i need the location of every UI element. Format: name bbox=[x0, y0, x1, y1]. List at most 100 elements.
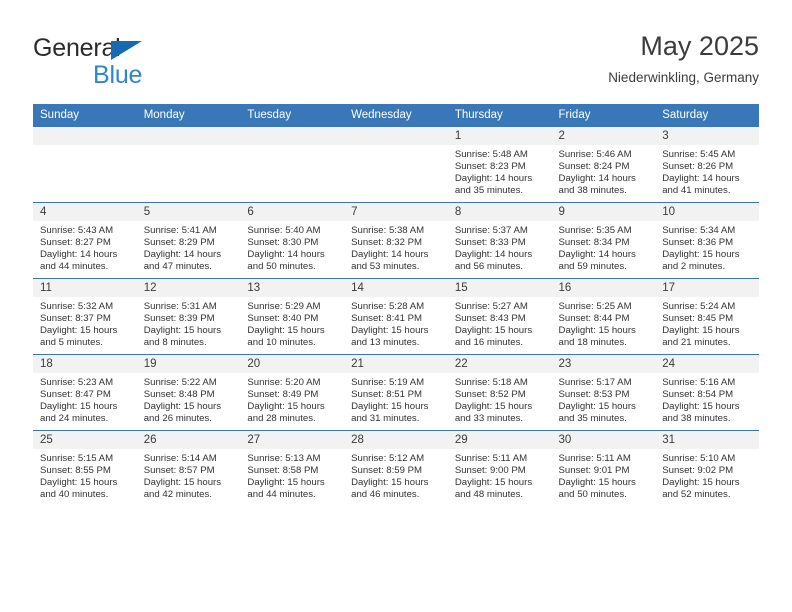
sunrise-time: Sunrise: 5:27 AM bbox=[454, 301, 528, 312]
calendar-day-cell[interactable]: 3 Sunrise: 5:45 AM Sunset: 8:26 PM Daylight… bbox=[655, 127, 759, 203]
day-number: 12 bbox=[136, 279, 241, 297]
day-detail-block: Sunrise: 5:32 AM Sunset: 8:37 PM Daylight:… bbox=[33, 297, 137, 349]
brand-logo[interactable]: General Blue bbox=[33, 35, 253, 95]
day-detail-block: Sunrise: 5:45 AM Sunset: 8:26 PM Daylight:… bbox=[655, 145, 759, 197]
sunrise-time: Sunrise: 5:14 AM bbox=[143, 453, 217, 464]
daylight-duration-line2: and 5 minutes. bbox=[40, 337, 103, 349]
daylight-duration-line1: Daylight: 14 hours bbox=[558, 249, 636, 261]
daylight-duration-line2: and 53 minutes. bbox=[351, 261, 420, 273]
calendar-day-cell[interactable]: 9 Sunrise: 5:35 AM Sunset: 8:34 PM Daylight… bbox=[551, 202, 656, 279]
calendar-day-cell-empty bbox=[33, 127, 137, 203]
calendar-day-cell[interactable]: 27 Sunrise: 5:13 AM Sunset: 8:58 PM Dayligh… bbox=[240, 430, 345, 506]
day-number: 1 bbox=[447, 127, 552, 145]
sunset-time: Sunset: 8:54 PM bbox=[662, 389, 734, 401]
calendar-day-cell[interactable]: 7 Sunrise: 5:38 AM Sunset: 8:32 PM Daylight… bbox=[344, 202, 448, 279]
calendar-day-cell[interactable]: 29 Sunrise: 5:11 AM Sunset: 9:00 PM Dayligh… bbox=[447, 430, 552, 506]
sunrise-time: Sunrise: 5:46 AM bbox=[558, 149, 632, 160]
calendar-day-cell[interactable]: 22 Sunrise: 5:18 AM Sunset: 8:52 PM Dayligh… bbox=[447, 354, 552, 431]
sunrise-time: Sunrise: 5:45 AM bbox=[662, 149, 736, 160]
day-detail-block: Sunrise: 5:11 AM Sunset: 9:00 PM Daylight:… bbox=[448, 449, 552, 501]
daylight-duration-line2: and 13 minutes. bbox=[351, 337, 420, 349]
calendar-day-cell[interactable]: 5 Sunrise: 5:41 AM Sunset: 8:29 PM Daylight… bbox=[136, 202, 241, 279]
day-detail-block: Sunrise: 5:25 AM Sunset: 8:44 PM Daylight:… bbox=[552, 297, 656, 349]
calendar-day-cell[interactable]: 19 Sunrise: 5:22 AM Sunset: 8:48 PM Dayligh… bbox=[136, 354, 241, 431]
day-detail-block: Sunrise: 5:40 AM Sunset: 8:30 PM Daylight:… bbox=[240, 221, 344, 273]
sunrise-time: Sunrise: 5:29 AM bbox=[247, 301, 321, 312]
day-detail-block: Sunrise: 5:12 AM Sunset: 8:59 PM Daylight:… bbox=[344, 449, 448, 501]
daylight-duration-line2: and 48 minutes. bbox=[454, 489, 524, 501]
day-number: 21 bbox=[344, 355, 448, 373]
day-detail-block: Sunrise: 5:31 AM Sunset: 8:39 PM Daylight:… bbox=[137, 297, 241, 349]
sunrise-time: Sunrise: 5:17 AM bbox=[558, 377, 632, 388]
day-detail-block: Sunrise: 5:23 AM Sunset: 8:47 PM Daylight:… bbox=[33, 373, 137, 425]
calendar-day-cell[interactable]: 24 Sunrise: 5:16 AM Sunset: 8:54 PM Dayligh… bbox=[655, 354, 759, 431]
daylight-duration-line1: Daylight: 14 hours bbox=[40, 249, 118, 261]
calendar-day-cell[interactable]: 13 Sunrise: 5:29 AM Sunset: 8:40 PM Dayligh… bbox=[240, 278, 345, 355]
sunrise-time: Sunrise: 5:32 AM bbox=[40, 301, 114, 312]
calendar-day-cell[interactable]: 10 Sunrise: 5:34 AM Sunset: 8:36 PM Dayligh… bbox=[655, 202, 759, 279]
daylight-duration-line2: and 16 minutes. bbox=[454, 337, 524, 349]
sunset-time: Sunset: 8:57 PM bbox=[143, 465, 215, 477]
calendar-day-cell[interactable]: 15 Sunrise: 5:27 AM Sunset: 8:43 PM Dayligh… bbox=[447, 278, 552, 355]
daylight-duration-line1: Daylight: 15 hours bbox=[143, 325, 222, 337]
daylight-duration-line1: Daylight: 15 hours bbox=[247, 401, 325, 413]
sunset-time: Sunset: 9:02 PM bbox=[662, 465, 734, 477]
daylight-duration-line1: Daylight: 15 hours bbox=[143, 477, 222, 489]
calendar-day-cell[interactable]: 11 Sunrise: 5:32 AM Sunset: 8:37 PM Dayligh… bbox=[33, 278, 137, 355]
day-number: 18 bbox=[33, 355, 137, 373]
daylight-duration-line1: Daylight: 14 hours bbox=[143, 249, 222, 261]
calendar-day-cell[interactable]: 14 Sunrise: 5:28 AM Sunset: 8:41 PM Dayligh… bbox=[344, 278, 448, 355]
calendar-day-cell[interactable]: 17 Sunrise: 5:24 AM Sunset: 8:45 PM Dayligh… bbox=[655, 278, 759, 355]
day-number bbox=[136, 127, 241, 145]
day-number: 10 bbox=[655, 203, 759, 221]
calendar-week-row: 18 Sunrise: 5:23 AM Sunset: 8:47 PM Dayligh… bbox=[33, 354, 759, 431]
calendar-week-row: 4 Sunrise: 5:43 AM Sunset: 8:27 PM Daylight… bbox=[33, 202, 759, 279]
day-number: 3 bbox=[655, 127, 759, 145]
calendar-day-cell[interactable]: 1 Sunrise: 5:48 AM Sunset: 8:23 PM Daylight… bbox=[447, 127, 552, 203]
day-detail-block: Sunrise: 5:17 AM Sunset: 8:53 PM Daylight:… bbox=[552, 373, 656, 425]
calendar-day-cell[interactable]: 20 Sunrise: 5:20 AM Sunset: 8:49 PM Dayligh… bbox=[240, 354, 345, 431]
calendar-day-cell[interactable]: 31 Sunrise: 5:10 AM Sunset: 9:02 PM Dayligh… bbox=[655, 430, 759, 506]
calendar-day-cell[interactable]: 18 Sunrise: 5:23 AM Sunset: 8:47 PM Dayligh… bbox=[33, 354, 137, 431]
sunrise-time: Sunrise: 5:40 AM bbox=[247, 225, 321, 236]
day-number: 30 bbox=[551, 431, 656, 449]
calendar-day-cell[interactable]: 16 Sunrise: 5:25 AM Sunset: 8:44 PM Dayligh… bbox=[551, 278, 656, 355]
daylight-duration-line2: and 52 minutes. bbox=[662, 489, 731, 501]
calendar-day-cell[interactable]: 8 Sunrise: 5:37 AM Sunset: 8:33 PM Daylight… bbox=[447, 202, 552, 279]
calendar-grid: Sunday Monday Tuesday Wednesday Thursday… bbox=[33, 104, 759, 506]
title-block: May 2025 Niederwinkling, Germany bbox=[608, 30, 759, 88]
sunset-time: Sunset: 8:51 PM bbox=[351, 389, 423, 401]
daylight-duration-line1: Daylight: 15 hours bbox=[247, 477, 325, 489]
weekday-header-monday: Monday bbox=[136, 104, 241, 127]
page-subtitle: Niederwinkling, Germany bbox=[608, 70, 759, 85]
calendar-day-cell[interactable]: 12 Sunrise: 5:31 AM Sunset: 8:39 PM Dayligh… bbox=[136, 278, 241, 355]
calendar-day-cell[interactable]: 30 Sunrise: 5:11 AM Sunset: 9:01 PM Dayligh… bbox=[551, 430, 656, 506]
calendar-day-cell[interactable]: 28 Sunrise: 5:12 AM Sunset: 8:59 PM Dayligh… bbox=[344, 430, 448, 506]
calendar-day-cell[interactable]: 25 Sunrise: 5:15 AM Sunset: 8:55 PM Dayligh… bbox=[33, 430, 137, 506]
calendar-day-cell[interactable]: 4 Sunrise: 5:43 AM Sunset: 8:27 PM Daylight… bbox=[33, 202, 137, 279]
weekday-header-thursday: Thursday bbox=[447, 104, 552, 127]
daylight-duration-line2: and 33 minutes. bbox=[454, 413, 524, 425]
day-detail-block: Sunrise: 5:35 AM Sunset: 8:34 PM Daylight:… bbox=[552, 221, 656, 273]
day-number: 2 bbox=[551, 127, 656, 145]
daylight-duration-line2: and 56 minutes. bbox=[454, 261, 524, 273]
sunrise-time: Sunrise: 5:20 AM bbox=[247, 377, 321, 388]
brand-text-general: General bbox=[33, 34, 121, 62]
sunset-time: Sunset: 8:24 PM bbox=[558, 161, 630, 173]
calendar-day-cell-empty bbox=[344, 127, 448, 203]
daylight-duration-line2: and 21 minutes. bbox=[662, 337, 731, 349]
daylight-duration-line1: Daylight: 15 hours bbox=[558, 477, 636, 489]
daylight-duration-line1: Daylight: 14 hours bbox=[558, 173, 636, 185]
calendar-day-cell[interactable]: 26 Sunrise: 5:14 AM Sunset: 8:57 PM Dayligh… bbox=[136, 430, 241, 506]
calendar-day-cell[interactable]: 6 Sunrise: 5:40 AM Sunset: 8:30 PM Daylight… bbox=[240, 202, 345, 279]
calendar-day-cell[interactable]: 2 Sunrise: 5:46 AM Sunset: 8:24 PM Daylight… bbox=[551, 127, 656, 203]
sunrise-time: Sunrise: 5:25 AM bbox=[558, 301, 632, 312]
calendar-day-cell[interactable]: 21 Sunrise: 5:19 AM Sunset: 8:51 PM Dayligh… bbox=[344, 354, 448, 431]
sunset-time: Sunset: 8:53 PM bbox=[558, 389, 630, 401]
calendar-day-cell[interactable]: 23 Sunrise: 5:17 AM Sunset: 8:53 PM Dayligh… bbox=[551, 354, 656, 431]
day-number: 16 bbox=[551, 279, 656, 297]
daylight-duration-line1: Daylight: 15 hours bbox=[662, 401, 740, 413]
sunset-time: Sunset: 8:39 PM bbox=[143, 313, 215, 325]
daylight-duration-line1: Daylight: 15 hours bbox=[454, 477, 533, 489]
sunset-time: Sunset: 8:29 PM bbox=[143, 237, 215, 249]
